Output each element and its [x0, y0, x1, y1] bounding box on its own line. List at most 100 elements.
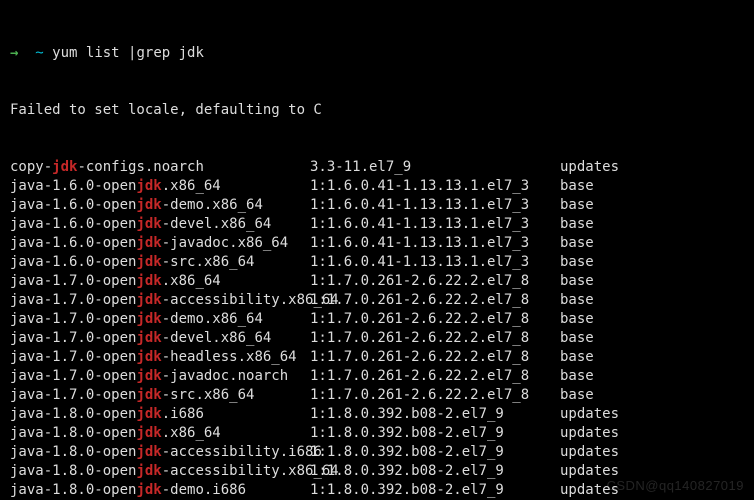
terminal[interactable]: → ~ yum list |grep jdk Failed to set loc… — [0, 0, 754, 500]
package-repo: base — [560, 386, 594, 405]
package-prefix: java-1.8.0-open — [10, 482, 136, 498]
grep-match: jdk — [136, 292, 161, 308]
package-suffix: -src.x86_64 — [162, 254, 255, 270]
package-name: java-1.6.0-openjdk-demo.x86_64 — [10, 196, 310, 215]
output-rows: copy-jdk-configs.noarch3.3-11.el7_9updat… — [10, 158, 744, 500]
package-suffix: -devel.x86_64 — [162, 330, 272, 346]
grep-match: jdk — [136, 349, 161, 365]
package-version: 1:1.6.0.41-1.13.13.1.el7_3 — [310, 215, 560, 234]
package-repo: base — [560, 196, 594, 215]
package-name: java-1.7.0-openjdk-accessibility.x86_64 — [10, 291, 310, 310]
package-version: 1:1.8.0.392.b08-2.el7_9 — [310, 424, 560, 443]
package-prefix: java-1.6.0-open — [10, 235, 136, 251]
package-version: 1:1.6.0.41-1.13.13.1.el7_3 — [310, 177, 560, 196]
package-suffix: .i686 — [162, 406, 204, 422]
package-version: 1:1.8.0.392.b08-2.el7_9 — [310, 443, 560, 462]
package-repo: base — [560, 291, 594, 310]
package-prefix: java-1.8.0-open — [10, 406, 136, 422]
package-repo: updates — [560, 424, 619, 443]
package-suffix: -configs.noarch — [77, 159, 203, 175]
package-suffix: -javadoc.noarch — [162, 368, 288, 384]
package-repo: base — [560, 215, 594, 234]
package-repo: base — [560, 253, 594, 272]
package-version: 3.3-11.el7_9 — [310, 158, 560, 177]
package-name: copy-jdk-configs.noarch — [10, 158, 310, 177]
prompt-arrow-icon: → — [10, 45, 18, 61]
package-suffix: -src.x86_64 — [162, 387, 255, 403]
command-text: yum list |grep jdk — [52, 45, 204, 61]
package-suffix: -javadoc.x86_64 — [162, 235, 288, 251]
package-repo: base — [560, 329, 594, 348]
grep-match: jdk — [136, 311, 161, 327]
watermark: CSDN@qq140827019 — [606, 476, 744, 495]
package-version: 1:1.7.0.261-2.6.22.2.el7_8 — [310, 329, 560, 348]
grep-match: jdk — [136, 482, 161, 498]
package-prefix: java-1.7.0-open — [10, 273, 136, 289]
grep-match: jdk — [52, 159, 77, 175]
package-version: 1:1.6.0.41-1.13.13.1.el7_3 — [310, 253, 560, 272]
package-name: java-1.6.0-openjdk.x86_64 — [10, 177, 310, 196]
package-suffix: .x86_64 — [162, 178, 221, 194]
grep-match: jdk — [136, 330, 161, 346]
package-suffix: -devel.x86_64 — [162, 216, 272, 232]
grep-match: jdk — [136, 463, 161, 479]
package-repo: updates — [560, 158, 619, 177]
package-name: java-1.7.0-openjdk.x86_64 — [10, 272, 310, 291]
output-row: java-1.7.0-openjdk-accessibility.x86_641… — [10, 291, 744, 310]
package-repo: base — [560, 348, 594, 367]
package-suffix: .x86_64 — [162, 425, 221, 441]
package-name: java-1.7.0-openjdk-demo.x86_64 — [10, 310, 310, 329]
package-version: 1:1.7.0.261-2.6.22.2.el7_8 — [310, 386, 560, 405]
output-row: java-1.7.0-openjdk-demo.x86_641:1.7.0.26… — [10, 310, 744, 329]
package-prefix: copy- — [10, 159, 52, 175]
package-version: 1:1.7.0.261-2.6.22.2.el7_8 — [310, 348, 560, 367]
package-prefix: java-1.8.0-open — [10, 463, 136, 479]
grep-match: jdk — [136, 254, 161, 270]
grep-match: jdk — [136, 197, 161, 213]
grep-match: jdk — [136, 406, 161, 422]
output-row: java-1.6.0-openjdk-demo.x86_641:1.6.0.41… — [10, 196, 744, 215]
package-prefix: java-1.6.0-open — [10, 178, 136, 194]
grep-match: jdk — [136, 387, 161, 403]
output-row: java-1.6.0-openjdk-devel.x86_641:1.6.0.4… — [10, 215, 744, 234]
grep-match: jdk — [136, 425, 161, 441]
package-name: java-1.6.0-openjdk-devel.x86_64 — [10, 215, 310, 234]
package-prefix: java-1.6.0-open — [10, 197, 136, 213]
package-prefix: java-1.6.0-open — [10, 254, 136, 270]
package-name: java-1.8.0-openjdk.i686 — [10, 405, 310, 424]
output-row: java-1.8.0-openjdk.i6861:1.8.0.392.b08-2… — [10, 405, 744, 424]
package-version: 1:1.6.0.41-1.13.13.1.el7_3 — [310, 196, 560, 215]
package-repo: base — [560, 177, 594, 196]
package-repo: base — [560, 272, 594, 291]
output-row: java-1.7.0-openjdk.x86_641:1.7.0.261-2.6… — [10, 272, 744, 291]
output-row: java-1.8.0-openjdk-accessibility.i6861:1… — [10, 443, 744, 462]
package-name: java-1.6.0-openjdk-javadoc.x86_64 — [10, 234, 310, 253]
output-row: java-1.7.0-openjdk-headless.x86_641:1.7.… — [10, 348, 744, 367]
package-version: 1:1.7.0.261-2.6.22.2.el7_8 — [310, 367, 560, 386]
package-suffix: .x86_64 — [162, 273, 221, 289]
package-suffix: -headless.x86_64 — [162, 349, 297, 365]
package-repo: base — [560, 234, 594, 253]
package-prefix: java-1.7.0-open — [10, 311, 136, 327]
package-prefix: java-1.7.0-open — [10, 368, 136, 384]
package-version: 1:1.8.0.392.b08-2.el7_9 — [310, 462, 560, 481]
output-row: java-1.7.0-openjdk-src.x86_641:1.7.0.261… — [10, 386, 744, 405]
prompt-path: ~ — [35, 45, 43, 61]
package-repo: updates — [560, 405, 619, 424]
package-version: 1:1.8.0.392.b08-2.el7_9 — [310, 481, 560, 500]
package-prefix: java-1.8.0-open — [10, 425, 136, 441]
output-row: java-1.6.0-openjdk-javadoc.x86_641:1.6.0… — [10, 234, 744, 253]
package-name: java-1.7.0-openjdk-headless.x86_64 — [10, 348, 310, 367]
package-suffix: -demo.i686 — [162, 482, 246, 498]
package-repo: updates — [560, 443, 619, 462]
output-row: java-1.7.0-openjdk-devel.x86_641:1.7.0.2… — [10, 329, 744, 348]
output-row: java-1.6.0-openjdk.x86_641:1.6.0.41-1.13… — [10, 177, 744, 196]
package-name: java-1.8.0-openjdk-demo.i686 — [10, 481, 310, 500]
output-row: java-1.6.0-openjdk-src.x86_64 1:1.6.0.41-… — [10, 253, 744, 272]
package-version: 1:1.7.0.261-2.6.22.2.el7_8 — [310, 310, 560, 329]
grep-match: jdk — [136, 216, 161, 232]
package-repo: base — [560, 367, 594, 386]
grep-match: jdk — [136, 273, 161, 289]
package-suffix: -demo.x86_64 — [162, 197, 263, 213]
grep-match: jdk — [136, 444, 161, 460]
